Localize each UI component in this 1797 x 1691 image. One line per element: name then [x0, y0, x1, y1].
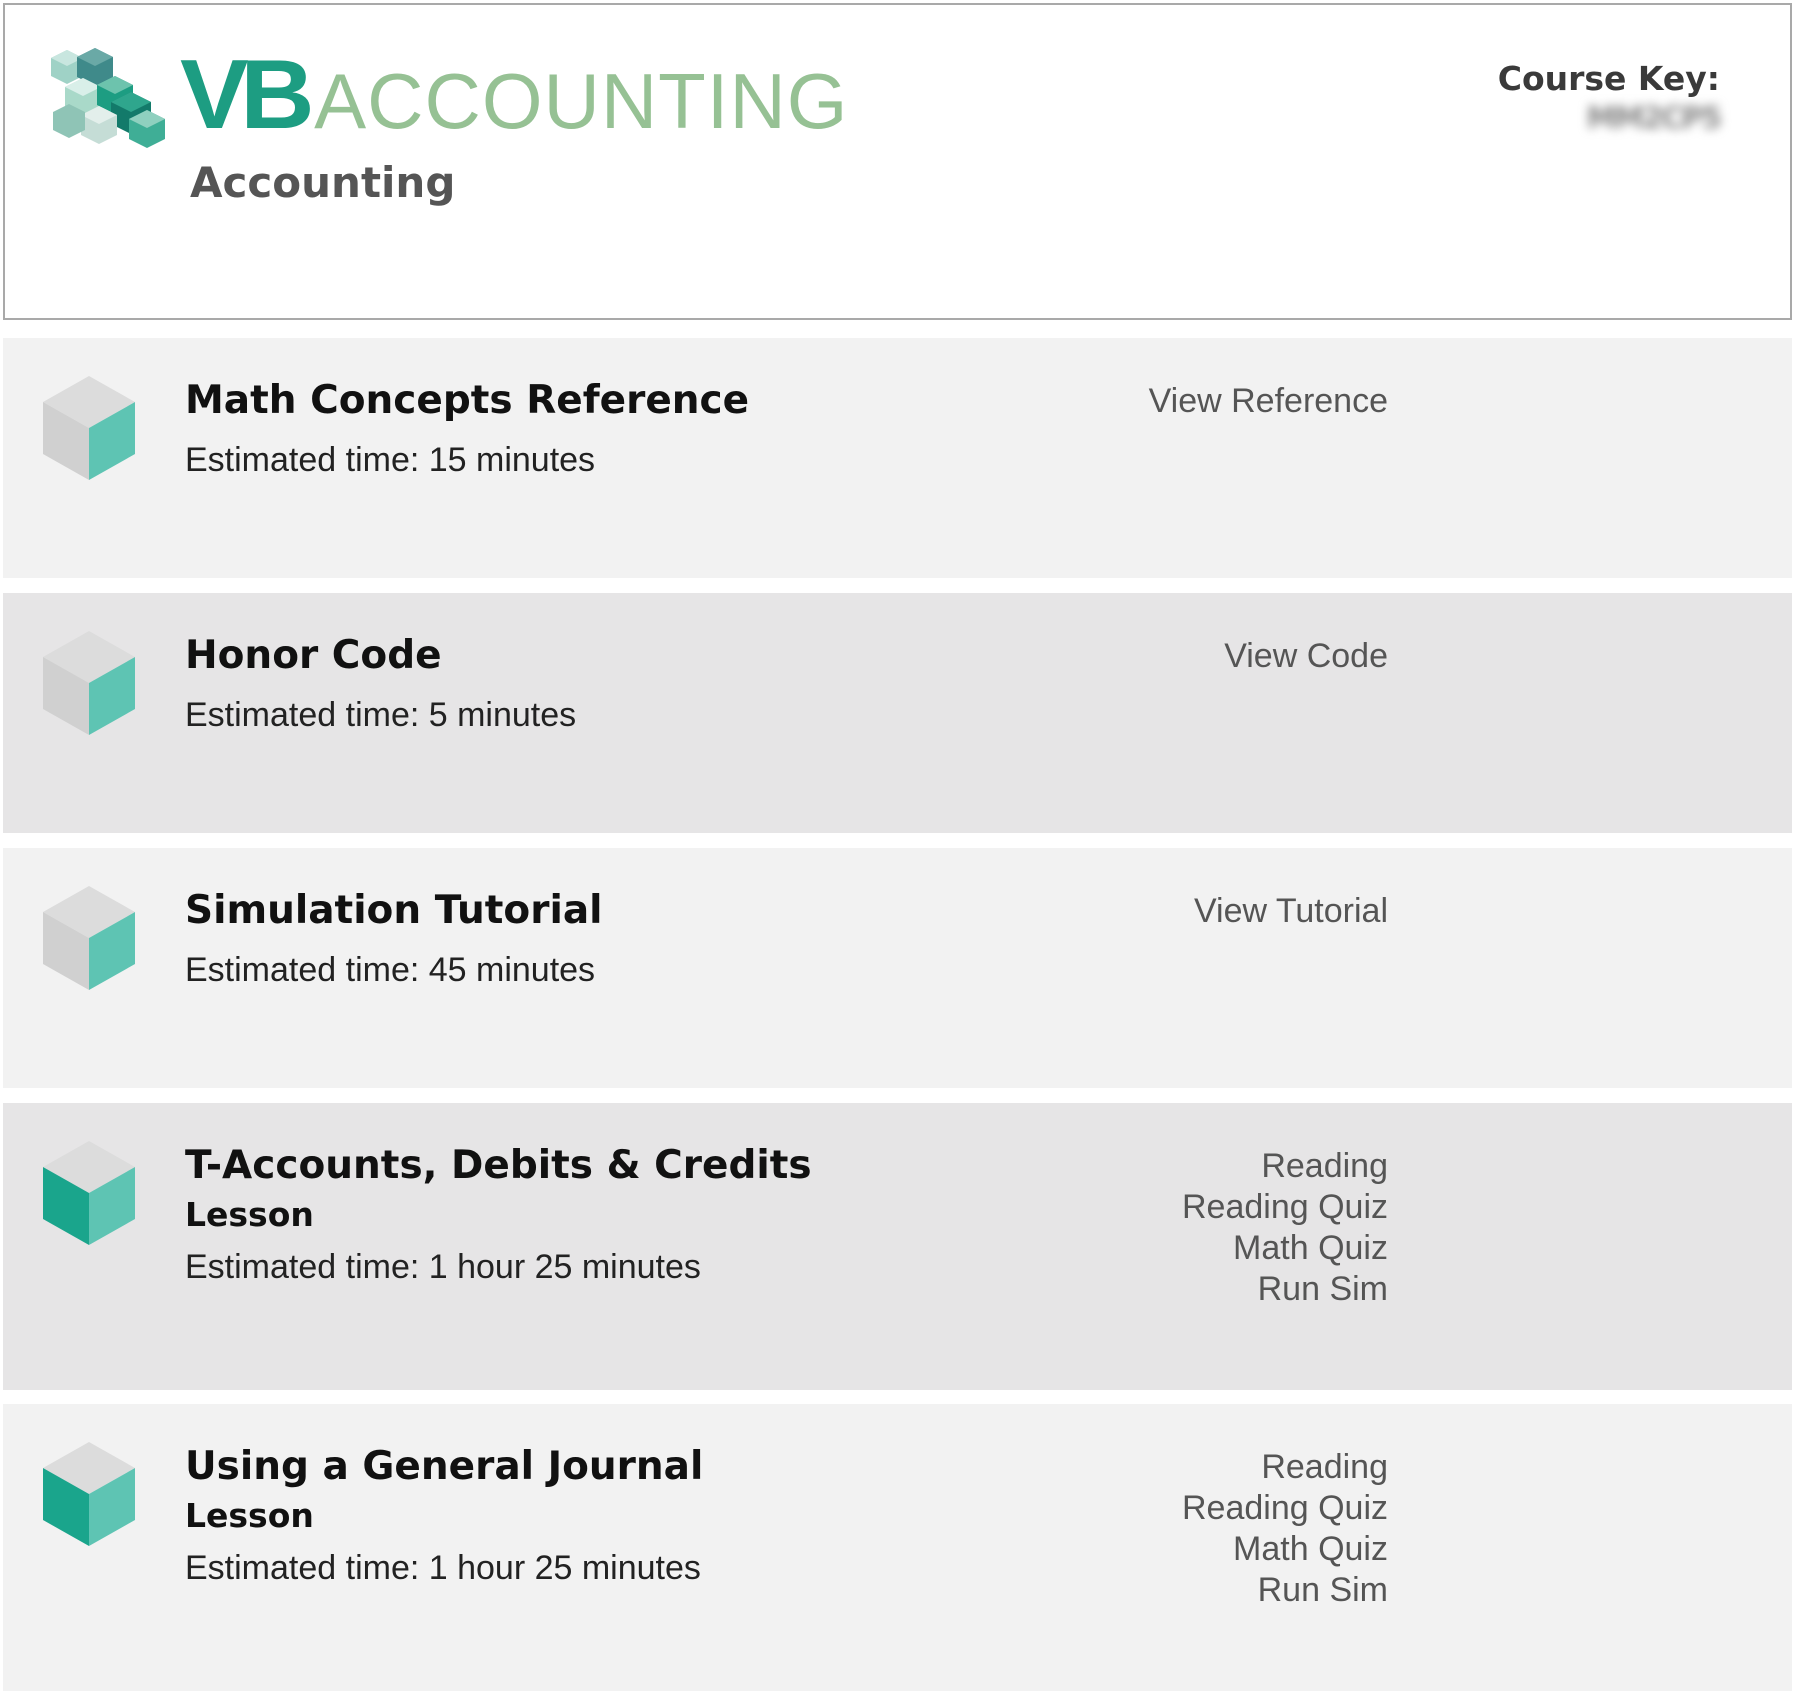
- module-row: Using a General Journal Lesson Estimated t…: [3, 1404, 1792, 1691]
- estimated-time: Estimated time: 5 minutes: [185, 696, 577, 734]
- reading-quiz-link[interactable]: Reading Quiz: [1182, 1488, 1388, 1529]
- module-actions: Reading Reading Quiz Math Quiz Run Sim: [1182, 1146, 1388, 1310]
- module-title: Math Concepts Reference: [185, 378, 750, 423]
- run-sim-link[interactable]: Run Sim: [1182, 1269, 1388, 1310]
- module-row: Math Concepts Reference Estimated time: 1…: [3, 338, 1792, 578]
- cube-icon-full: [43, 1141, 135, 1245]
- module-actions: View Reference: [1149, 381, 1388, 422]
- module-title: Honor Code: [185, 633, 442, 678]
- brand-logo: VB ACCOUNTING: [180, 45, 848, 143]
- module-actions: Reading Reading Quiz Math Quiz Run Sim: [1182, 1447, 1388, 1611]
- estimated-time: Estimated time: 15 minutes: [185, 441, 596, 479]
- view-code-link[interactable]: View Code: [1224, 636, 1388, 677]
- course-key-value: MM2CP5: [1586, 101, 1722, 136]
- estimated-time: Estimated time: 1 hour 25 minutes: [185, 1248, 701, 1286]
- logo-cubes-icon: [51, 48, 165, 148]
- course-key-label: Course Key:: [1497, 59, 1720, 98]
- module-title: T-Accounts, Debits & Credits: [185, 1143, 812, 1188]
- cube-icon-full: [43, 1442, 135, 1546]
- module-type: Lesson: [185, 1195, 314, 1234]
- module-row: Simulation Tutorial Estimated time: 45 mi…: [3, 848, 1792, 1088]
- module-row: Honor Code Estimated time: 5 minutes View …: [3, 593, 1792, 833]
- reading-link[interactable]: Reading: [1182, 1146, 1388, 1187]
- view-tutorial-link[interactable]: View Tutorial: [1194, 891, 1388, 932]
- course-header: VB ACCOUNTING Accounting Course Key: MM2C…: [3, 3, 1792, 320]
- logo-accounting-text: ACCOUNTING: [314, 57, 849, 145]
- logo-vb-text: VB: [180, 39, 315, 149]
- module-actions: View Code: [1224, 636, 1388, 677]
- math-quiz-link[interactable]: Math Quiz: [1182, 1529, 1388, 1570]
- reading-quiz-link[interactable]: Reading Quiz: [1182, 1187, 1388, 1228]
- course-title: Accounting: [190, 158, 456, 207]
- reading-link[interactable]: Reading: [1182, 1447, 1388, 1488]
- run-sim-link[interactable]: Run Sim: [1182, 1570, 1388, 1611]
- cube-icon-partial: [43, 376, 135, 480]
- cube-icon-partial: [43, 631, 135, 735]
- estimated-time: Estimated time: 1 hour 25 minutes: [185, 1549, 701, 1587]
- math-quiz-link[interactable]: Math Quiz: [1182, 1228, 1388, 1269]
- estimated-time: Estimated time: 45 minutes: [185, 951, 596, 989]
- module-title: Simulation Tutorial: [185, 888, 603, 933]
- cube-icon-partial: [43, 886, 135, 990]
- module-actions: View Tutorial: [1194, 891, 1388, 932]
- module-row: T-Accounts, Debits & Credits Lesson Estima…: [3, 1103, 1792, 1390]
- view-reference-link[interactable]: View Reference: [1149, 381, 1388, 422]
- module-title: Using a General Journal: [185, 1444, 704, 1489]
- module-type: Lesson: [185, 1496, 314, 1535]
